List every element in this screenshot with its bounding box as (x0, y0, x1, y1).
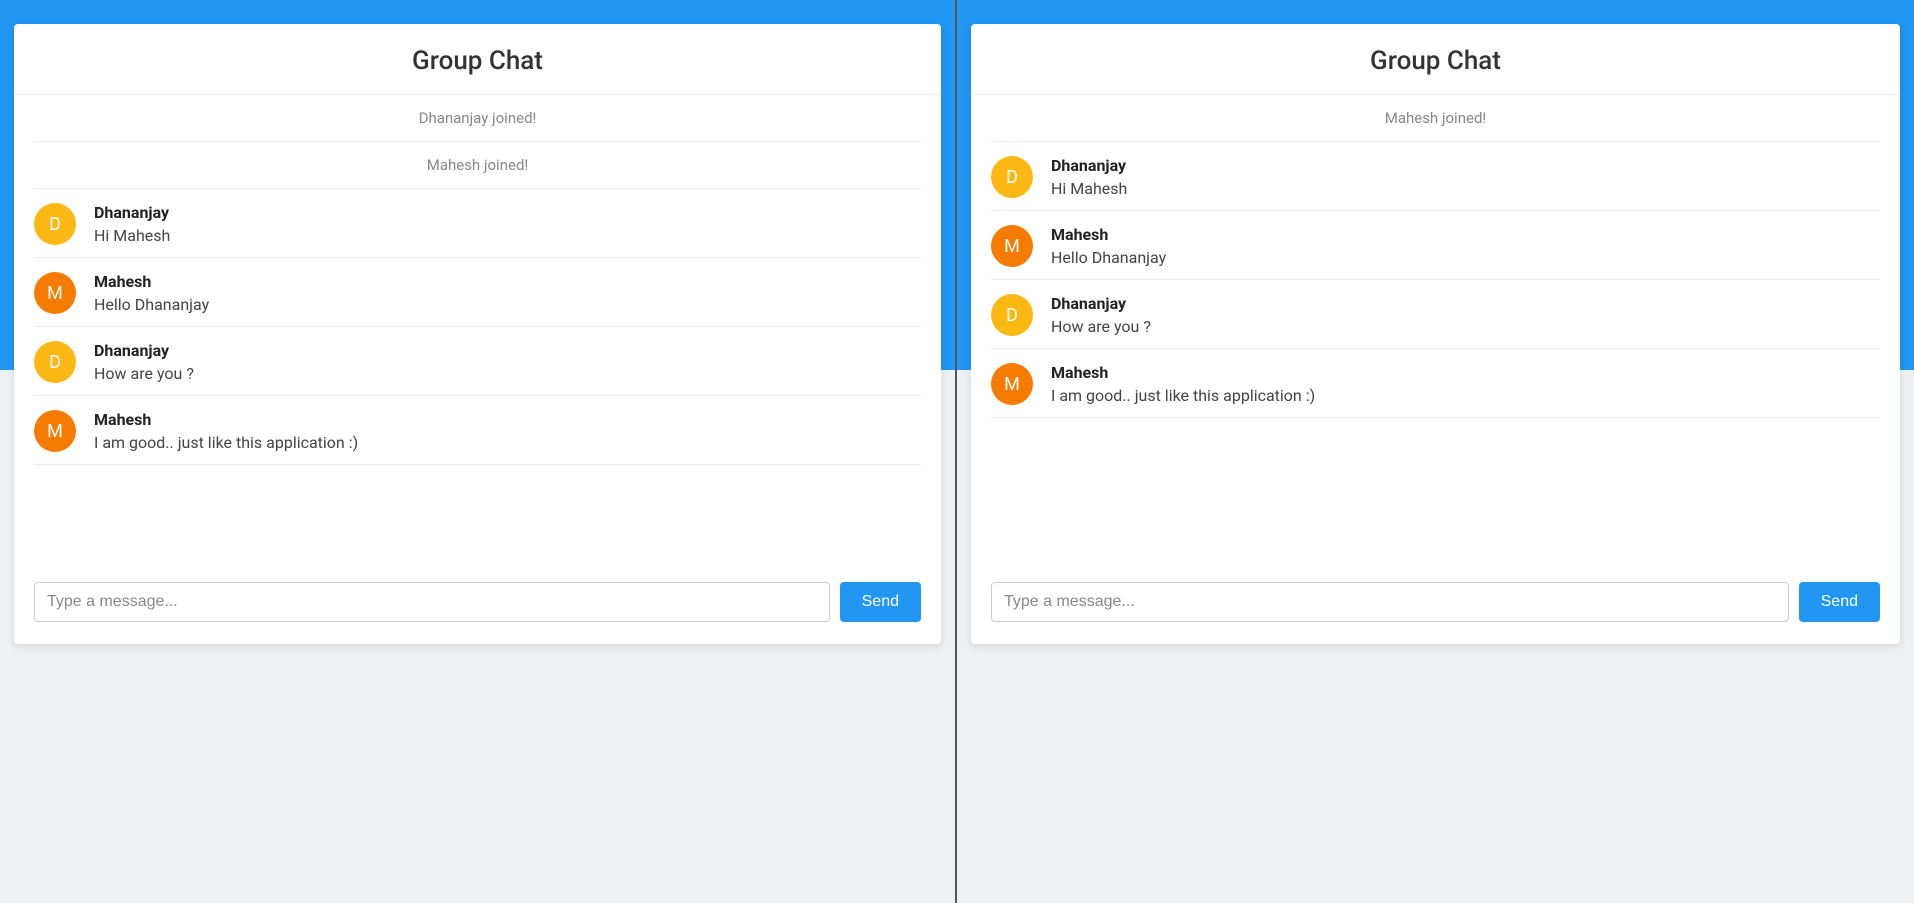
chat-pane-right: Group Chat Mahesh joined! D Dhananjay Hi Ma… (957, 0, 1914, 903)
message-body: Mahesh I am good.. just like this applica… (94, 410, 921, 452)
message-body: Mahesh I am good.. just like this applica… (1051, 363, 1880, 405)
message-author: Mahesh (94, 410, 921, 429)
avatar: M (991, 363, 1033, 405)
send-button[interactable]: Send (1799, 582, 1880, 622)
system-message: Mahesh joined! (34, 142, 921, 189)
avatar: M (991, 225, 1033, 267)
avatar: D (991, 294, 1033, 336)
message-row: M Mahesh Hello Dhananjay (991, 211, 1880, 280)
system-message: Dhananjay joined! (34, 95, 921, 142)
message-author: Mahesh (1051, 363, 1880, 382)
send-button[interactable]: Send (840, 582, 921, 622)
message-row: D Dhananjay Hi Mahesh (991, 142, 1880, 211)
app-viewport: Group Chat Dhananjay joined!Mahesh joine… (0, 0, 1914, 903)
message-author: Dhananjay (94, 341, 921, 360)
chat-pane-left: Group Chat Dhananjay joined!Mahesh joine… (0, 0, 957, 903)
message-author: Dhananjay (1051, 156, 1880, 175)
message-row: D Dhananjay How are you ? (991, 280, 1880, 349)
message-row: M Mahesh I am good.. just like this applic… (991, 349, 1880, 418)
avatar: M (34, 272, 76, 314)
message-row: M Mahesh I am good.. just like this applic… (34, 396, 921, 465)
chat-card: Group Chat Dhananjay joined!Mahesh joine… (14, 24, 941, 644)
chat-title: Group Chat (971, 24, 1900, 95)
avatar: D (991, 156, 1033, 198)
message-text: How are you ? (1051, 317, 1880, 336)
message-text: I am good.. just like this application :… (1051, 386, 1880, 405)
system-message: Mahesh joined! (991, 95, 1880, 142)
message-body: Mahesh Hello Dhananjay (1051, 225, 1880, 267)
avatar: D (34, 203, 76, 245)
message-row: M Mahesh Hello Dhananjay (34, 258, 921, 327)
message-body: Mahesh Hello Dhananjay (94, 272, 921, 314)
message-author: Dhananjay (94, 203, 921, 222)
message-body: Dhananjay How are you ? (94, 341, 921, 383)
message-text: Hello Dhananjay (94, 295, 921, 314)
chat-title: Group Chat (14, 24, 941, 95)
chat-card: Group Chat Mahesh joined! D Dhananjay Hi Ma… (971, 24, 1900, 644)
avatar: M (34, 410, 76, 452)
message-text: Hello Dhananjay (1051, 248, 1880, 267)
message-text: How are you ? (94, 364, 921, 383)
message-author: Dhananjay (1051, 294, 1880, 313)
message-text: Hi Mahesh (1051, 179, 1880, 198)
composer: Send (971, 564, 1900, 644)
message-row: D Dhananjay Hi Mahesh (34, 189, 921, 258)
message-body: Dhananjay Hi Mahesh (94, 203, 921, 245)
avatar: D (34, 341, 76, 383)
message-list[interactable]: Dhananjay joined!Mahesh joined! D Dhananja… (14, 95, 941, 564)
message-author: Mahesh (1051, 225, 1880, 244)
message-body: Dhananjay How are you ? (1051, 294, 1880, 336)
message-text: Hi Mahesh (94, 226, 921, 245)
message-text: I am good.. just like this application :… (94, 433, 921, 452)
message-input[interactable] (991, 582, 1789, 622)
message-body: Dhananjay Hi Mahesh (1051, 156, 1880, 198)
message-author: Mahesh (94, 272, 921, 291)
message-list[interactable]: Mahesh joined! D Dhananjay Hi Mahesh M Mahesh… (971, 95, 1900, 564)
message-input[interactable] (34, 582, 830, 622)
composer: Send (14, 564, 941, 644)
message-row: D Dhananjay How are you ? (34, 327, 921, 396)
